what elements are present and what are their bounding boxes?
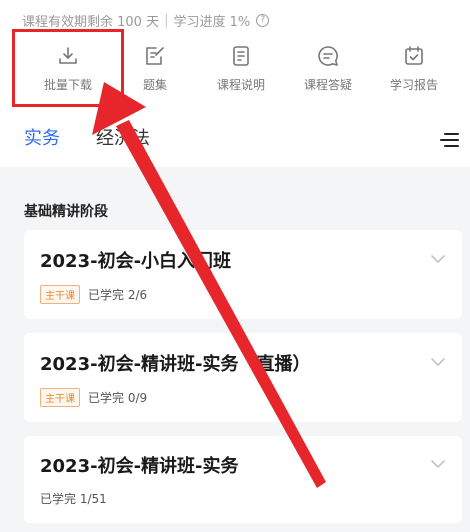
course-qa-button[interactable]: 课程答疑 [288,44,368,100]
course-tag: 主干课 [40,285,80,304]
validity-text: 课程有效期剩余 100 天 [22,14,160,30]
edit-icon [146,47,164,65]
course-description-button[interactable]: 课程说明 [201,44,281,100]
info-separator: | [164,12,169,28]
study-report-label: 学习报告 [389,78,438,92]
course-tag: 主干课 [40,388,80,407]
subject-tabs: 实务 经济法 [0,118,470,156]
course-card[interactable]: 2023-初会-小白入门班 主干课 已学完 2/6 [24,230,462,319]
course-description-label: 课程说明 [216,78,265,92]
chevron-down-icon[interactable] [430,459,446,469]
course-title: 2023-初会-精讲班-实务 [40,456,239,477]
tab-accounting[interactable]: 实务 [24,124,60,150]
course-progress: 已学完 0/9 [88,391,148,405]
course-meta: 主干课 已学完 0/9 [40,388,147,407]
course-card[interactable]: 2023-初会-精讲班-实务（直播） 主干课 已学完 0/9 [24,333,462,422]
chevron-down-icon[interactable] [430,357,446,367]
calendar-check-icon [405,46,423,65]
course-progress: 已学完 1/51 [40,492,107,506]
course-title: 2023-初会-精讲班-实务（直播） [40,354,311,375]
highlight-box [12,29,124,107]
course-meta: 已学完 1/51 [40,490,107,507]
study-report-button[interactable]: 学习报告 [374,44,454,100]
document-icon [233,46,249,66]
course-list: 基础精讲阶段 2023-初会-小白入门班 主干课 已学完 2/6 2023-初会… [0,167,470,532]
tab-economic-law[interactable]: 经济法 [96,124,150,150]
chevron-down-icon[interactable] [430,254,446,264]
help-icon[interactable]: ? [256,13,270,27]
list-menu-icon[interactable] [438,130,460,150]
course-qa-label: 课程答疑 [303,78,352,92]
chat-icon [318,46,338,66]
course-progress: 已学完 2/6 [88,288,148,302]
progress-text: 学习进度 1% [173,14,251,30]
course-title: 2023-初会-小白入门班 [40,251,232,272]
course-meta: 主干课 已学完 2/6 [40,285,147,304]
course-card[interactable]: 2023-初会-精讲班-实务 已学完 1/51 [24,436,462,523]
question-set-label: 题集 [142,78,167,92]
course-info-bar: 课程有效期剩余 100 天 | 学习进度 1% ? [22,10,270,30]
question-set-button[interactable]: 题集 [115,44,195,100]
section-title: 基础精讲阶段 [24,204,108,220]
